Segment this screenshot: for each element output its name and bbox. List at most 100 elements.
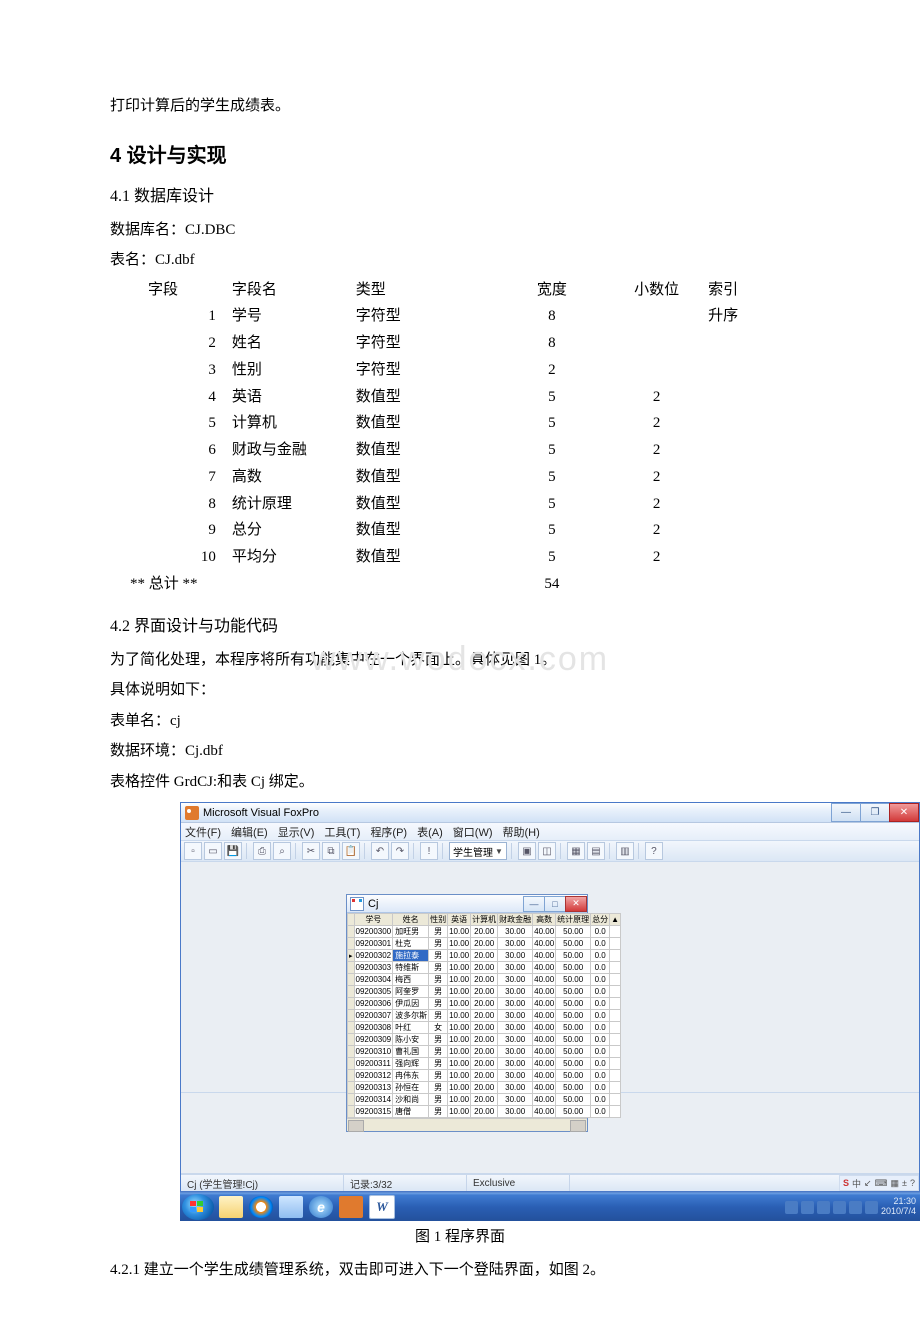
- vscroll-track[interactable]: [610, 1034, 621, 1046]
- cell[interactable]: 男: [429, 974, 448, 986]
- cell[interactable]: 20.00: [471, 938, 498, 950]
- cell[interactable]: 09200311: [354, 1058, 393, 1070]
- cell[interactable]: 40.00: [533, 950, 556, 962]
- explorer-icon[interactable]: [219, 1196, 243, 1218]
- cell[interactable]: 40.00: [533, 998, 556, 1010]
- undo-icon[interactable]: ↶: [371, 842, 389, 860]
- cell[interactable]: 09200315: [354, 1106, 393, 1118]
- tool2-icon[interactable]: ▤: [587, 842, 605, 860]
- cell[interactable]: 10.00: [448, 998, 471, 1010]
- grid-header[interactable]: 总分: [591, 914, 610, 926]
- tray-icon[interactable]: [785, 1201, 798, 1214]
- close-button[interactable]: ✕: [889, 803, 919, 822]
- vscroll-track[interactable]: [610, 1082, 621, 1094]
- cell[interactable]: 曹礼国: [393, 1046, 429, 1058]
- tray-icon[interactable]: [865, 1201, 878, 1214]
- cell[interactable]: 30.00: [498, 1046, 533, 1058]
- menu-item[interactable]: 帮助(H): [503, 824, 540, 840]
- cell[interactable]: 强向辉: [393, 1058, 429, 1070]
- cell[interactable]: 杜克: [393, 938, 429, 950]
- cell[interactable]: 20.00: [471, 1106, 498, 1118]
- cell[interactable]: 09200310: [354, 1046, 393, 1058]
- cell[interactable]: 50.00: [556, 962, 591, 974]
- vfp-titlebar[interactable]: Microsoft Visual FoxPro — ❐ ✕: [181, 803, 919, 823]
- cell[interactable]: 特维斯: [393, 962, 429, 974]
- cell[interactable]: 30.00: [498, 998, 533, 1010]
- cell[interactable]: 男: [429, 1010, 448, 1022]
- cell[interactable]: 20.00: [471, 986, 498, 998]
- cell[interactable]: 50.00: [556, 950, 591, 962]
- cell[interactable]: 20.00: [471, 1070, 498, 1082]
- cell[interactable]: 男: [429, 1094, 448, 1106]
- cell[interactable]: 30.00: [498, 1034, 533, 1046]
- menu-item[interactable]: 窗口(W): [453, 824, 493, 840]
- scroll-up-icon[interactable]: ▲: [610, 914, 621, 926]
- cell[interactable]: 0.0: [591, 1010, 610, 1022]
- cell[interactable]: 男: [429, 962, 448, 974]
- cell[interactable]: 男: [429, 950, 448, 962]
- cell[interactable]: 20.00: [471, 998, 498, 1010]
- minimize-button[interactable]: —: [831, 803, 861, 822]
- cell[interactable]: 20.00: [471, 926, 498, 938]
- cell[interactable]: 0.0: [591, 1094, 610, 1106]
- cell[interactable]: 09200300: [354, 926, 393, 938]
- cell[interactable]: 0.0: [591, 962, 610, 974]
- vscroll-track[interactable]: [610, 1106, 621, 1118]
- cell[interactable]: 男: [429, 1058, 448, 1070]
- cell[interactable]: 40.00: [533, 1058, 556, 1070]
- cell[interactable]: 叶红: [393, 1022, 429, 1034]
- cell[interactable]: 10.00: [448, 1082, 471, 1094]
- cell[interactable]: 男: [429, 938, 448, 950]
- cell[interactable]: 0.0: [591, 998, 610, 1010]
- cell[interactable]: 50.00: [556, 1034, 591, 1046]
- cell[interactable]: 男: [429, 998, 448, 1010]
- cell[interactable]: 50.00: [556, 1022, 591, 1034]
- db-icon[interactable]: ◫: [538, 842, 556, 860]
- cell[interactable]: 10.00: [448, 938, 471, 950]
- cell[interactable]: 40.00: [533, 974, 556, 986]
- grid-header[interactable]: 学号: [354, 914, 393, 926]
- vscroll-track[interactable]: [610, 938, 621, 950]
- cell[interactable]: 40.00: [533, 926, 556, 938]
- cell[interactable]: 冉伟东: [393, 1070, 429, 1082]
- cell[interactable]: 10.00: [448, 974, 471, 986]
- cell[interactable]: 10.00: [448, 1046, 471, 1058]
- cell[interactable]: 阿奎罗: [393, 986, 429, 998]
- menu-item[interactable]: 编辑(E): [231, 824, 268, 840]
- cut-icon[interactable]: ✂: [302, 842, 320, 860]
- cell[interactable]: 沙和尚: [393, 1094, 429, 1106]
- cell[interactable]: 0.0: [591, 1058, 610, 1070]
- cell[interactable]: 09200301: [354, 938, 393, 950]
- cell[interactable]: 40.00: [533, 1106, 556, 1118]
- cj-minimize-button[interactable]: —: [523, 896, 545, 912]
- menu-item[interactable]: 工具(T): [324, 824, 360, 840]
- cell[interactable]: 0.0: [591, 1082, 610, 1094]
- save-icon[interactable]: 💾: [224, 842, 242, 860]
- tray-clock[interactable]: 21:30 2010/7/4: [881, 1197, 916, 1217]
- cell[interactable]: 女: [429, 1022, 448, 1034]
- cell[interactable]: 09200303: [354, 962, 393, 974]
- cell[interactable]: 男: [429, 1046, 448, 1058]
- vfp-toolbar[interactable]: ▫ ▭ 💾 ⎙ ⌕ ✂ ⧉ 📋 ↶ ↷ ! 学生管理 ▼: [181, 841, 919, 862]
- cell[interactable]: 50.00: [556, 1010, 591, 1022]
- cell[interactable]: 20.00: [471, 1034, 498, 1046]
- cj-browse-window[interactable]: Cj — □ ✕ 学号姓名性别英语计算机财政金融高数统计原理总分▲ 092003…: [346, 894, 588, 1132]
- cell[interactable]: 50.00: [556, 1070, 591, 1082]
- vscroll-track[interactable]: [610, 998, 621, 1010]
- vscroll-track[interactable]: [610, 1070, 621, 1082]
- foxpro-task-icon[interactable]: [339, 1196, 363, 1218]
- cell[interactable]: 40.00: [533, 1094, 556, 1106]
- cell[interactable]: 10.00: [448, 1022, 471, 1034]
- cell[interactable]: 20.00: [471, 962, 498, 974]
- cell[interactable]: 40.00: [533, 1010, 556, 1022]
- grid-header[interactable]: 姓名: [393, 914, 429, 926]
- cell[interactable]: 30.00: [498, 1082, 533, 1094]
- cell[interactable]: 30.00: [498, 974, 533, 986]
- cell[interactable]: 50.00: [556, 926, 591, 938]
- cell[interactable]: 20.00: [471, 1094, 498, 1106]
- cell[interactable]: 40.00: [533, 986, 556, 998]
- copy-icon[interactable]: ⧉: [322, 842, 340, 860]
- cell[interactable]: 30.00: [498, 938, 533, 950]
- cell[interactable]: 30.00: [498, 1070, 533, 1082]
- menu-item[interactable]: 程序(P): [370, 824, 407, 840]
